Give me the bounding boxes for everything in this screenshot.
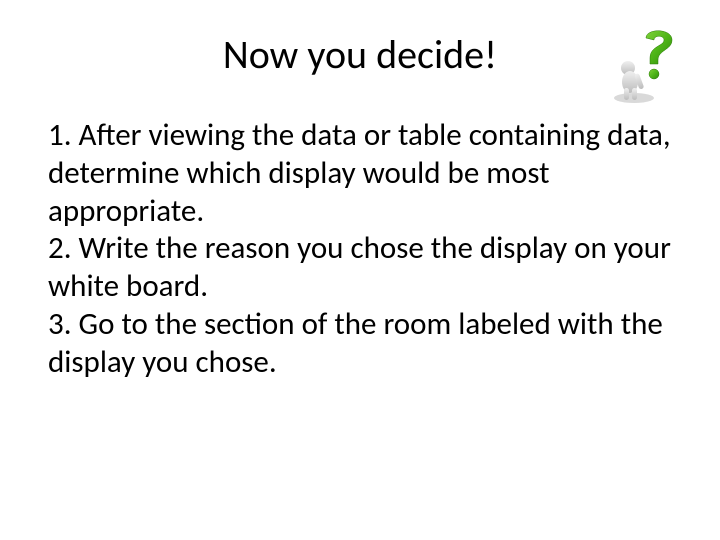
slide: Now you decide!: [0, 0, 720, 540]
body-text: 1. After viewing the data or table conta…: [48, 117, 672, 382]
question-mark-figure-icon: [606, 24, 678, 104]
list-item: 2. Write the reason you chose the displa…: [48, 230, 672, 306]
slide-title: Now you decide!: [223, 30, 497, 79]
title-row: Now you decide!: [48, 30, 672, 79]
list-item: 1. After viewing the data or table conta…: [48, 117, 672, 230]
list-item: 3. Go to the section of the room labeled…: [48, 306, 672, 382]
